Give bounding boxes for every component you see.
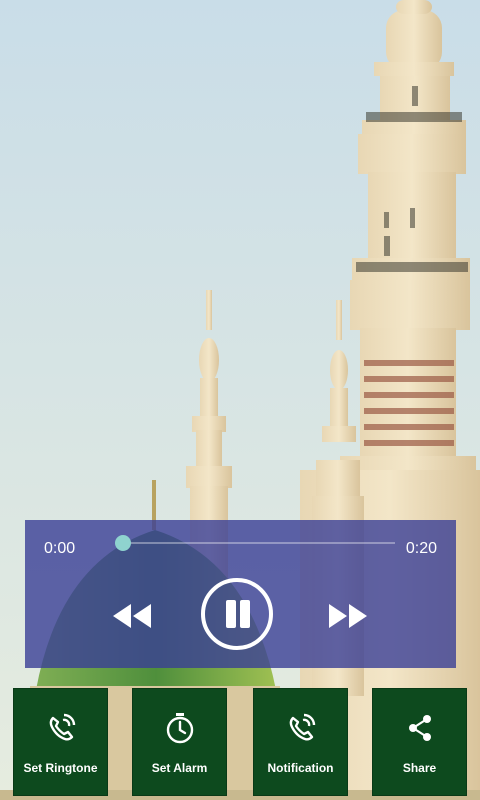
- seek-bar[interactable]: [115, 535, 395, 551]
- audio-player: 0:00 0:20: [25, 520, 456, 668]
- share-icon: [409, 715, 431, 741]
- set-alarm-label: Set Alarm: [151, 761, 208, 775]
- fast-forward-icon: [329, 604, 367, 628]
- share-button[interactable]: Share: [372, 688, 467, 796]
- share-label: Share: [402, 761, 437, 775]
- fast-forward-button[interactable]: [327, 602, 369, 630]
- action-bar: Set Ringtone Set Alarm Notification Shar…: [0, 688, 480, 798]
- set-ringtone-button[interactable]: Set Ringtone: [13, 688, 108, 796]
- stopwatch-icon: [166, 713, 194, 744]
- rewind-button[interactable]: [111, 602, 153, 630]
- notification-button[interactable]: Notification: [253, 688, 348, 796]
- rewind-icon: [113, 604, 151, 628]
- phone-ringing-icon: [289, 713, 316, 741]
- set-ringtone-label: Set Ringtone: [23, 761, 98, 775]
- total-time: 0:20: [405, 540, 437, 557]
- pause-button[interactable]: [201, 578, 273, 650]
- notification-label: Notification: [267, 761, 334, 775]
- background-image: [0, 0, 480, 800]
- current-time: 0:00: [44, 540, 76, 557]
- pause-icon: [226, 600, 236, 628]
- phone-ringing-icon: [49, 713, 76, 741]
- seek-thumb[interactable]: [115, 535, 131, 551]
- set-alarm-button[interactable]: Set Alarm: [132, 688, 227, 796]
